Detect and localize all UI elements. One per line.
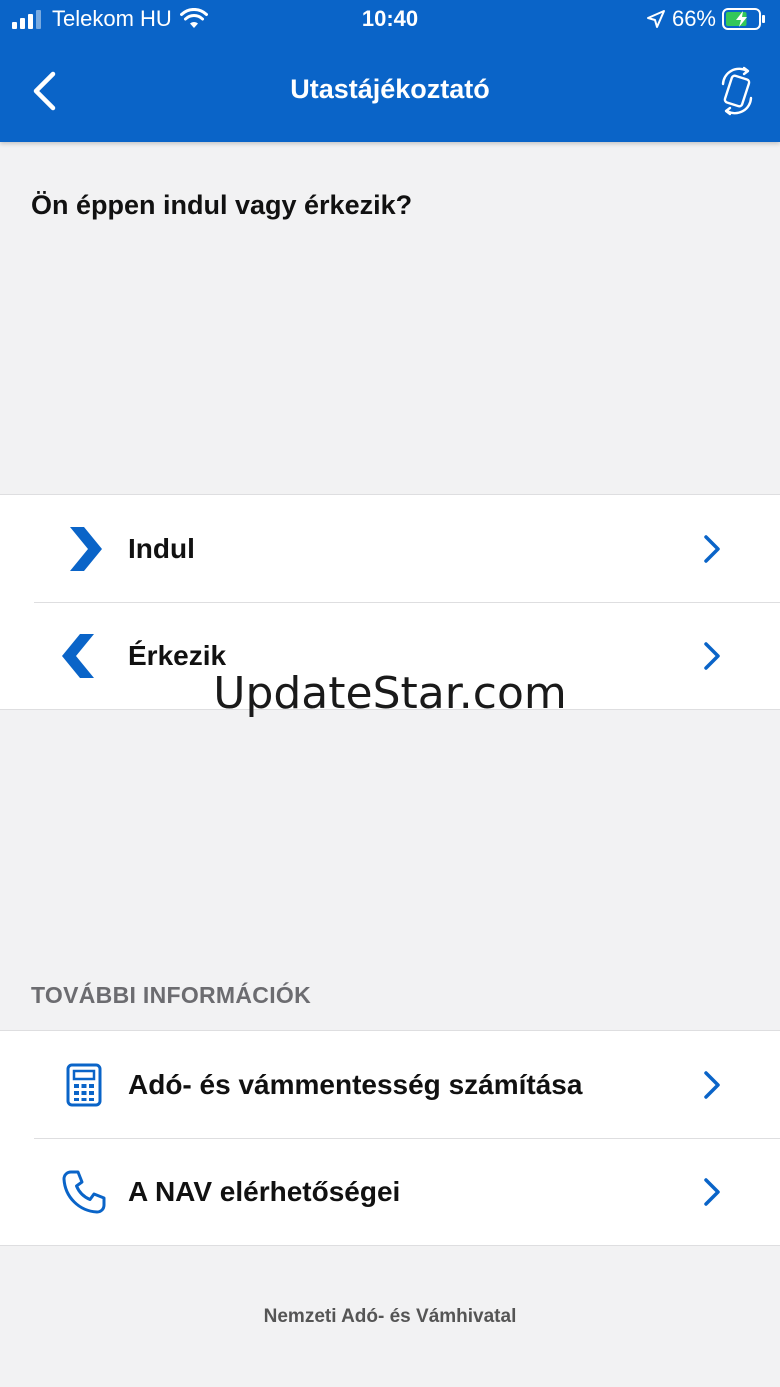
chevron-left-icon <box>33 71 56 111</box>
phone-icon <box>56 1164 112 1220</box>
footer-text: Nemzeti Adó- és Vámhivatal <box>263 1306 517 1327</box>
back-button[interactable] <box>24 66 64 116</box>
rotate-phone-icon <box>721 66 753 116</box>
location-arrow-icon <box>646 10 665 28</box>
chevron-right-icon <box>698 531 726 567</box>
more-info-section-label: TOVÁBBI INFORMÁCIÓK <box>31 982 311 1008</box>
battery-charging-icon <box>722 8 765 30</box>
indul-row[interactable]: Indul <box>0 495 780 602</box>
trip-question: Ön éppen indul vagy érkezik? <box>31 190 413 220</box>
nav-contacts-label: A NAV elérhetőségei <box>128 1176 401 1207</box>
rotate-device-button[interactable] <box>712 64 762 118</box>
more-info-list: Adó- és vámmentesség számítása A NAV elé… <box>0 1030 780 1246</box>
chevron-right-icon <box>698 1174 726 1210</box>
departure-arrow-icon <box>56 521 112 577</box>
battery-percent: 66% <box>671 6 716 31</box>
chevron-right-icon <box>698 1067 726 1103</box>
nav-contacts-row[interactable]: A NAV elérhetőségei <box>0 1138 780 1245</box>
indul-label: Indul <box>128 533 195 564</box>
navigation-bar: Utastájékoztató <box>0 50 780 140</box>
calculator-icon <box>56 1057 112 1113</box>
page-title: Utastájékoztató <box>290 74 490 104</box>
app-header: Telekom HU 10:40 66% Utastájékoztató <box>0 0 780 142</box>
tax-exemption-label: Adó- és vámmentesség számítása <box>128 1069 583 1100</box>
status-bar: Telekom HU 10:40 66% <box>0 0 780 40</box>
watermark-text: UpdateStar.com <box>213 668 567 719</box>
tax-exemption-row[interactable]: Adó- és vámmentesség számítása <box>0 1031 780 1138</box>
